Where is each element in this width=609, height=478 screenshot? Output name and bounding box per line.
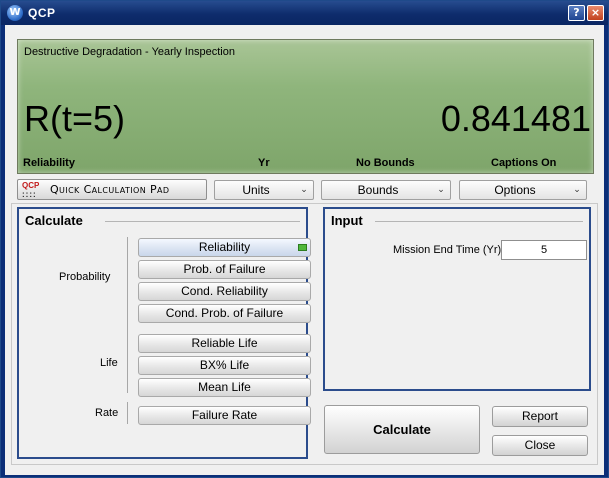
mean-life-button[interactable]: Mean Life — [138, 378, 311, 397]
reliability-button[interactable]: Reliability — [138, 238, 311, 257]
reliability-button-label: Reliability — [198, 240, 251, 254]
units-dropdown[interactable]: Units ⌄ — [214, 180, 314, 200]
units-label: Units — [242, 183, 270, 197]
mission-end-time-input[interactable]: 5 — [501, 240, 587, 260]
cond-prob-failure-button[interactable]: Cond. Prob. of Failure — [138, 304, 311, 323]
bounds-dropdown[interactable]: Bounds ⌄ — [321, 180, 451, 200]
reliable-life-button[interactable]: Reliable Life — [138, 334, 311, 353]
footer-metric: Reliability — [23, 157, 75, 169]
input-panel: Input Mission End Time (Yr) 5 — [323, 207, 591, 391]
footer-captions: Captions On — [491, 157, 557, 169]
group-label-life: Life — [100, 357, 118, 369]
toolbar: QCP :::: Quick Calculation Pad Units ⌄ B… — [17, 179, 594, 201]
calculate-button[interactable]: Calculate — [324, 405, 480, 454]
calculate-divider — [105, 221, 300, 222]
qcp-window: W QCP ? × Destructive Degradation - Year… — [0, 0, 609, 478]
qcp-label: Quick Calculation Pad — [50, 183, 170, 196]
help-button[interactable]: ? — [568, 5, 585, 21]
chevron-down-icon: ⌄ — [300, 185, 308, 195]
prob-failure-button[interactable]: Prob. of Failure — [138, 260, 311, 279]
quick-calculation-pad-button[interactable]: QCP :::: Quick Calculation Pad — [17, 179, 207, 200]
bx-life-button[interactable]: BX% Life — [138, 356, 311, 375]
close-button[interactable]: Close — [492, 435, 588, 456]
bounds-label: Bounds — [357, 183, 399, 197]
cond-reliability-button[interactable]: Cond. Reliability — [138, 282, 311, 301]
footer-bounds: No Bounds — [356, 157, 415, 169]
result-display: Destructive Degradation - Yearly Inspect… — [17, 39, 594, 174]
footer-units: Yr — [258, 157, 270, 169]
calculate-title: Calculate — [25, 213, 83, 228]
client-area: Destructive Degradation - Yearly Inspect… — [5, 25, 604, 475]
input-title: Input — [331, 213, 363, 228]
title-bar[interactable]: W QCP ? × — [1, 1, 608, 25]
calculate-panel: Calculate Probability Reliability Prob. … — [17, 207, 311, 459]
options-label: Options — [494, 183, 536, 197]
group-divider-rate — [127, 402, 128, 424]
app-icon: W — [7, 5, 23, 21]
window-close-button[interactable]: × — [587, 5, 604, 21]
selected-indicator-icon — [298, 244, 307, 251]
mission-end-time-label: Mission End Time (Yr) — [393, 244, 502, 256]
display-header: Destructive Degradation - Yearly Inspect… — [24, 46, 235, 58]
result-value: 0.841481 — [440, 98, 591, 139]
chevron-down-icon: ⌄ — [573, 185, 581, 195]
failure-rate-button[interactable]: Failure Rate — [138, 406, 311, 425]
input-divider — [375, 221, 583, 222]
group-label-probability: Probability — [59, 271, 111, 283]
group-divider-life — [127, 331, 128, 393]
window-title: QCP — [28, 6, 56, 20]
options-dropdown[interactable]: Options ⌄ — [459, 180, 587, 200]
qcp-logo-bottom: :::: — [22, 190, 37, 199]
qcp-logo-top: QCP — [22, 181, 40, 190]
report-button[interactable]: Report — [492, 406, 588, 427]
qcp-logo-icon: QCP :::: — [22, 181, 44, 199]
group-divider-probability — [127, 237, 128, 337]
group-label-rate: Rate — [95, 407, 119, 419]
result-label: R(t=5) — [24, 98, 126, 139]
chevron-down-icon: ⌄ — [437, 185, 445, 195]
